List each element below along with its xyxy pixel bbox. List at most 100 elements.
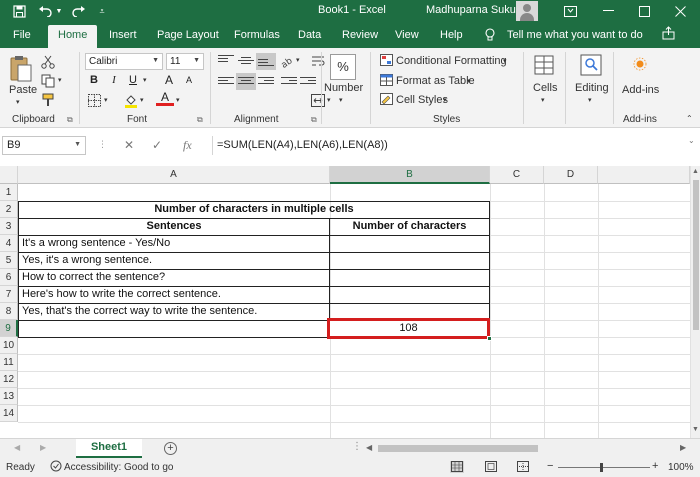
scroll-up-icon[interactable]: ▲	[692, 168, 699, 175]
zoom-slider[interactable]	[558, 467, 650, 468]
row-header[interactable]: 11	[0, 354, 18, 371]
font-color-dropdown-icon[interactable]: ▾	[176, 96, 180, 104]
add-sheet-icon[interactable]: +	[164, 442, 177, 455]
undo-icon[interactable]	[36, 2, 54, 20]
scroll-down-icon[interactable]: ▼	[692, 426, 699, 433]
sentence-cell-a6[interactable]: How to correct the sentence?	[19, 269, 329, 285]
orientation-icon[interactable]: ab	[280, 55, 295, 71]
normal-view-icon[interactable]	[451, 461, 463, 475]
format-as-table-icon[interactable]	[380, 74, 393, 89]
decrease-font-button[interactable]: A	[180, 72, 198, 89]
merge-center-icon[interactable]	[311, 94, 325, 110]
tab-file[interactable]: File	[13, 29, 31, 41]
share-icon[interactable]	[662, 26, 675, 43]
hscroll-left-icon[interactable]: ◀	[366, 443, 372, 452]
minimize-icon[interactable]	[600, 2, 616, 20]
row-header[interactable]: 1	[0, 184, 18, 201]
tab-help[interactable]: Help	[440, 29, 463, 41]
sheet-tab-sheet1[interactable]: Sheet1	[76, 439, 142, 458]
formula-input[interactable]: =SUM(LEN(A4),LEN(A6),LEN(A8))	[212, 136, 682, 155]
cell-styles-dropdown-icon[interactable]: ▾	[443, 96, 447, 104]
borders-dropdown-icon[interactable]: ▾	[104, 96, 108, 104]
cells-button[interactable]: Cells	[533, 82, 557, 94]
percent-icon[interactable]: %	[330, 54, 356, 80]
close-icon[interactable]	[672, 2, 688, 20]
editing-button[interactable]: Editing	[575, 82, 609, 94]
conditional-dropdown-icon[interactable]: ▾	[503, 57, 507, 65]
add-ins-icon[interactable]	[632, 56, 648, 75]
select-all-corner[interactable]	[0, 166, 18, 184]
tab-home[interactable]: Home	[48, 25, 98, 48]
paste-button[interactable]: Paste	[9, 84, 37, 96]
page-layout-view-icon[interactable]	[485, 461, 497, 475]
undo-dropdown-icon[interactable]: ▼	[54, 2, 64, 20]
underline-button[interactable]: U	[124, 72, 142, 89]
row-header[interactable]: 5	[0, 252, 18, 269]
sentence-cell-a5[interactable]: Yes, it's a wrong sentence.	[19, 252, 329, 268]
page-break-view-icon[interactable]	[517, 461, 529, 475]
editing-search-icon[interactable]	[580, 54, 602, 79]
zoom-slider-thumb[interactable]	[600, 463, 603, 472]
tab-review[interactable]: Review	[342, 29, 378, 41]
format-painter-icon[interactable]	[41, 93, 55, 110]
insert-function-icon[interactable]: fx	[183, 138, 192, 153]
font-size-select[interactable]: 11 ▼	[166, 53, 204, 70]
zoom-out-icon[interactable]: −	[547, 460, 553, 472]
underline-dropdown-icon[interactable]: ▾	[143, 76, 147, 84]
row-header[interactable]: 8	[0, 303, 18, 320]
top-align-icon[interactable]	[218, 55, 234, 67]
sentence-cell-a8[interactable]: Yes, that's the correct way to write the…	[19, 303, 329, 319]
row-header[interactable]: 14	[0, 405, 18, 422]
align-left-icon[interactable]	[218, 77, 234, 89]
format-table-dropdown-icon[interactable]: ▾	[467, 77, 471, 85]
result-cell-b9[interactable]: 108	[327, 318, 490, 339]
bottom-align-icon[interactable]	[258, 59, 274, 71]
tell-me-search[interactable]: Tell me what you want to do	[507, 29, 643, 41]
table-title[interactable]: Number of characters in multiple cells	[19, 201, 489, 217]
row-header[interactable]: 12	[0, 371, 18, 388]
clipboard-launcher-icon[interactable]: ⧉	[67, 115, 73, 125]
horizontal-scrollbar-thumb[interactable]	[378, 445, 538, 452]
collapse-ribbon-icon[interactable]: ⌃	[686, 114, 693, 123]
tab-data[interactable]: Data	[298, 29, 321, 41]
row-header[interactable]: 9	[0, 320, 18, 337]
cells-icon[interactable]	[533, 54, 555, 79]
column-header-b[interactable]: B	[330, 166, 490, 184]
sentence-cell-a7[interactable]: Here's how to write the correct sentence…	[19, 286, 329, 302]
paste-dropdown-icon[interactable]: ▾	[16, 98, 20, 106]
tab-view[interactable]: View	[395, 29, 419, 41]
accessibility-status[interactable]: Accessibility: Good to go	[64, 462, 174, 473]
number-format-button[interactable]: Number	[324, 82, 363, 94]
tab-insert[interactable]: Insert	[109, 29, 137, 41]
copy-dropdown-icon[interactable]: ▾	[58, 76, 62, 84]
increase-font-button[interactable]: A	[160, 72, 178, 89]
decrease-indent-icon[interactable]	[281, 77, 297, 89]
vertical-scrollbar[interactable]: ▲ ▼	[690, 166, 700, 438]
worksheet-grid[interactable]: A B C D 1 2 3 4 5 6 7 8 9 10 11 12 13 14…	[0, 166, 690, 438]
fill-handle[interactable]	[487, 336, 492, 341]
align-right-icon[interactable]	[258, 77, 274, 89]
format-as-table-button[interactable]: Format as Table	[396, 75, 475, 87]
align-center-icon[interactable]	[238, 77, 254, 89]
avatar[interactable]	[516, 1, 538, 21]
row-header[interactable]: 13	[0, 388, 18, 405]
zoom-level[interactable]: 100%	[668, 462, 694, 473]
wrap-text-icon[interactable]	[311, 55, 325, 71]
cell-styles-button[interactable]: Cell Styles	[396, 94, 448, 106]
ribbon-display-icon[interactable]	[562, 2, 578, 20]
paste-icon[interactable]	[9, 54, 33, 87]
fill-color-icon[interactable]	[124, 94, 138, 111]
add-ins-button[interactable]: Add-ins	[622, 84, 659, 96]
cut-icon[interactable]	[41, 55, 55, 72]
maximize-icon[interactable]	[636, 2, 652, 20]
tab-page-layout[interactable]: Page Layout	[157, 29, 219, 41]
font-color-button[interactable]: A	[156, 91, 174, 106]
copy-icon[interactable]	[41, 74, 55, 91]
save-icon[interactable]	[8, 2, 30, 20]
sentence-cell-a4[interactable]: It's a wrong sentence - Yes/No	[19, 235, 329, 251]
accessibility-icon[interactable]	[50, 460, 62, 475]
row-header[interactable]: 10	[0, 337, 18, 354]
scroll-sheets-left-icon[interactable]: ◀	[14, 443, 20, 452]
middle-align-icon[interactable]	[238, 57, 254, 69]
redo-icon[interactable]	[70, 2, 88, 20]
